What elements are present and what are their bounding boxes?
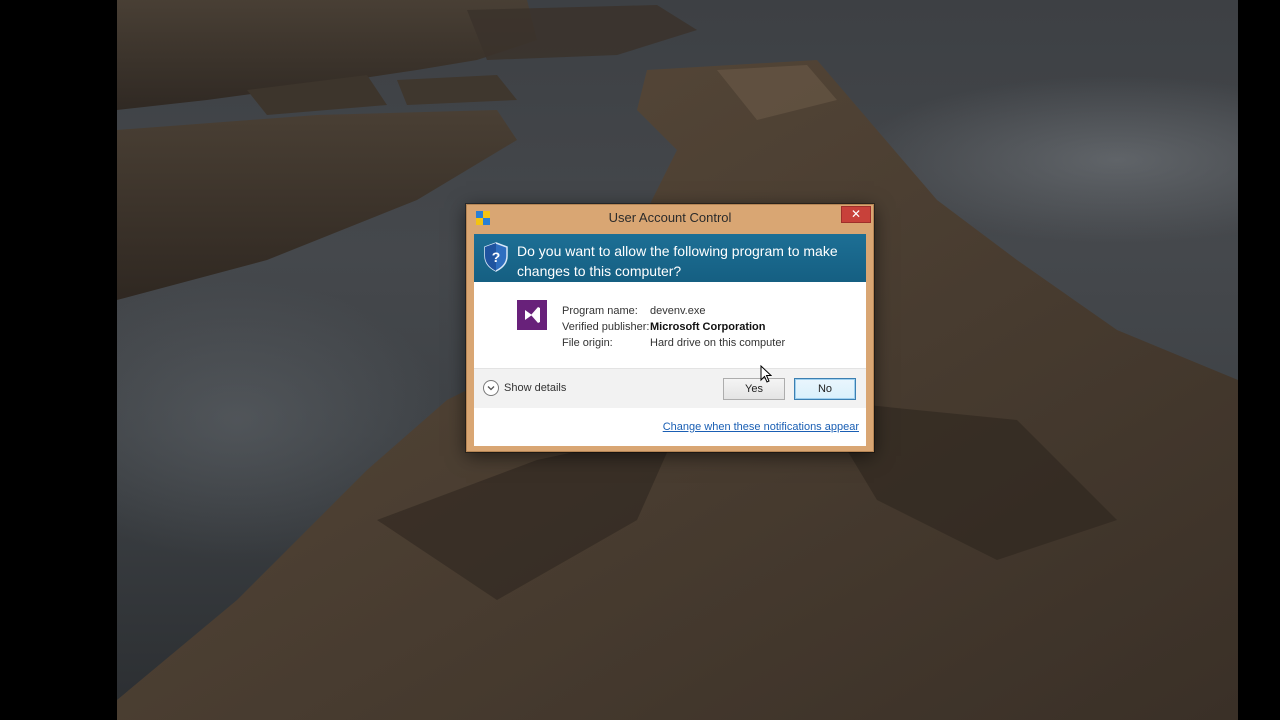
visual-studio-icon xyxy=(517,300,547,330)
program-info: Program name: Verified publisher: File o… xyxy=(474,282,866,368)
show-details-label[interactable]: Show details xyxy=(504,382,566,394)
file-origin-value: Hard drive on this computer xyxy=(650,337,786,349)
question-banner: ? Do you want to allow the following pro… xyxy=(474,234,866,282)
program-name-label: Program name: xyxy=(562,305,638,317)
uac-dialog: User Account Control ✕ ? Do you want to … xyxy=(466,204,874,452)
svg-text:?: ? xyxy=(492,249,501,265)
dialog-body: ? Do you want to allow the following pro… xyxy=(474,234,866,446)
publisher-value: Microsoft Corporation xyxy=(650,321,766,333)
chevron-down-icon[interactable] xyxy=(483,380,499,396)
left-letterbox xyxy=(0,0,117,720)
publisher-label: Verified publisher: xyxy=(562,321,650,333)
info-values: devenv.exe Microsoft Corporation Hard dr… xyxy=(650,303,785,351)
action-bar: Show details Yes No xyxy=(474,368,866,408)
info-labels: Program name: Verified publisher: File o… xyxy=(562,303,649,351)
yes-button[interactable]: Yes xyxy=(723,378,785,400)
window-title: User Account Control xyxy=(608,210,732,225)
close-button[interactable]: ✕ xyxy=(841,206,871,223)
change-notifications-link[interactable]: Change when these notifications appear xyxy=(663,421,859,433)
file-origin-label: File origin: xyxy=(562,337,613,349)
right-letterbox xyxy=(1238,0,1280,720)
dialog-footer: Change when these notifications appear xyxy=(474,408,866,446)
no-button[interactable]: No xyxy=(794,378,856,400)
question-text: Do you want to allow the following progr… xyxy=(517,243,838,279)
program-name-value: devenv.exe xyxy=(650,305,706,317)
mouse-cursor-icon xyxy=(760,365,772,383)
title-bar[interactable]: User Account Control ✕ xyxy=(467,205,873,231)
shield-question-icon: ? xyxy=(484,242,508,272)
